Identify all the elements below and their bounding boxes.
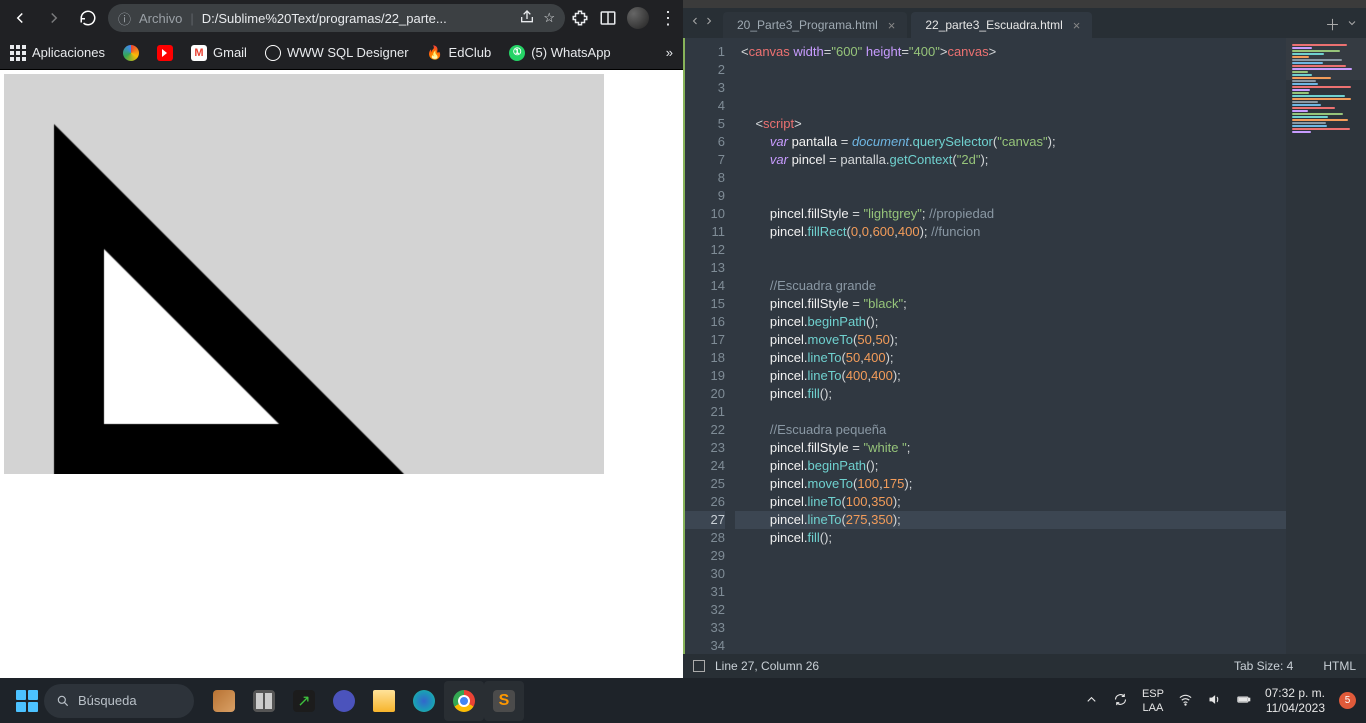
star-icon[interactable]: ☆	[543, 10, 555, 26]
cursor-position: Line 27, Column 26	[715, 659, 819, 673]
system-tray: ESP LAA 07:32 p. m. 11/04/2023 5	[1084, 686, 1356, 716]
tab-close-icon[interactable]: ×	[1073, 18, 1081, 33]
tab-file-0[interactable]: 20_Parte3_Programa.html ×	[723, 12, 907, 38]
tab-history-fwd-icon[interactable]	[703, 14, 715, 32]
address-scheme: Archivo	[139, 11, 182, 26]
bookmark-edclub[interactable]: 🔥EdClub	[427, 45, 492, 61]
reload-button[interactable]	[74, 4, 102, 32]
address-path: D:/Sublime%20Text/programas/22_parte...	[202, 11, 512, 26]
chrome-menu-icon[interactable]: ⋮	[659, 9, 677, 27]
edclub-icon: 🔥	[427, 45, 443, 61]
volume-icon[interactable]	[1207, 692, 1222, 710]
editor-tab-bar: 20_Parte3_Programa.html × 22_parte3_Escu…	[683, 8, 1366, 38]
windows-taskbar: Búsqueda ↗ S ESP LAA 07:32 p. m. 11/04/2…	[0, 678, 1366, 723]
tray-chevron-icon[interactable]	[1084, 692, 1099, 710]
youtube-icon	[157, 45, 173, 61]
search-icon	[56, 694, 70, 708]
bookmarks-overflow-icon[interactable]: »	[666, 45, 673, 60]
panel-icon[interactable]	[599, 9, 617, 27]
wifi-icon[interactable]	[1178, 692, 1193, 710]
modified-indicator	[683, 38, 685, 654]
photos-icon	[123, 45, 139, 61]
line-number-gutter[interactable]: 1234567891011121314151617181920212223242…	[683, 38, 735, 654]
tab-label: 20_Parte3_Programa.html	[737, 18, 878, 32]
code-area[interactable]: <canvas width="600" height="400">canvas>…	[735, 38, 1286, 654]
tab-file-1[interactable]: 22_parte3_Escuadra.html ×	[911, 12, 1092, 38]
canvas-output	[4, 74, 604, 474]
taskbar-app-chrome[interactable]	[444, 681, 484, 721]
chrome-right-icons: ⋮	[571, 7, 677, 29]
sublime-window: 20_Parte3_Programa.html × 22_parte3_Escu…	[683, 0, 1366, 678]
site-info-icon[interactable]: ⓘ	[118, 9, 131, 28]
tray-sync-icon[interactable]	[1113, 692, 1128, 710]
back-button[interactable]	[6, 4, 34, 32]
battery-icon[interactable]	[1236, 692, 1251, 710]
tab-size[interactable]: Tab Size: 4	[1234, 659, 1293, 673]
sql-icon	[265, 45, 281, 61]
taskbar-app-edge[interactable]	[404, 681, 444, 721]
minimap[interactable]	[1286, 38, 1366, 654]
taskbar-app-taskview[interactable]	[244, 681, 284, 721]
bookmark-whatsapp[interactable]: ①(5) WhatsApp	[509, 45, 610, 61]
apps-icon	[10, 45, 26, 61]
bookmark-photos[interactable]	[123, 45, 139, 61]
taskbar-app-explorer[interactable]	[364, 681, 404, 721]
bookmarks-bar: Aplicaciones MGmail WWW SQL Designer 🔥Ed…	[0, 36, 683, 70]
gmail-icon: M	[191, 45, 207, 61]
tab-dropdown-icon[interactable]	[1346, 16, 1358, 33]
tab-close-icon[interactable]: ×	[888, 18, 896, 33]
input-language[interactable]: ESP LAA	[1142, 687, 1164, 715]
forward-button[interactable]	[40, 4, 68, 32]
editor-menu-bar[interactable]	[683, 0, 1366, 8]
address-bar[interactable]: ⓘ Archivo | D:/Sublime%20Text/programas/…	[108, 4, 565, 32]
start-button[interactable]	[10, 684, 44, 718]
share-icon[interactable]	[519, 9, 535, 28]
extensions-icon[interactable]	[571, 9, 589, 27]
status-checkbox[interactable]	[693, 660, 705, 672]
taskbar-app-2[interactable]: ↗	[284, 681, 324, 721]
chrome-window: ⓘ Archivo | D:/Sublime%20Text/programas/…	[0, 0, 683, 678]
taskbar-app-sublime[interactable]: S	[484, 681, 524, 721]
syntax-mode[interactable]: HTML	[1323, 659, 1356, 673]
apps-shortcut[interactable]: Aplicaciones	[10, 45, 105, 61]
bookmark-youtube[interactable]	[157, 45, 173, 61]
profile-avatar[interactable]	[627, 7, 649, 29]
bookmark-sql[interactable]: WWW SQL Designer	[265, 45, 409, 61]
bookmark-gmail[interactable]: MGmail	[191, 45, 247, 61]
search-placeholder: Búsqueda	[78, 693, 137, 708]
tab-label: 22_parte3_Escuadra.html	[925, 18, 1062, 32]
clock[interactable]: 07:32 p. m. 11/04/2023	[1265, 686, 1325, 716]
chrome-toolbar: ⓘ Archivo | D:/Sublime%20Text/programas/…	[0, 0, 683, 36]
taskbar-app-teams[interactable]	[324, 681, 364, 721]
editor-body: 1234567891011121314151617181920212223242…	[683, 38, 1366, 654]
editor-status-bar: Line 27, Column 26 Tab Size: 4 HTML	[683, 654, 1366, 678]
page-viewport	[0, 70, 683, 678]
taskbar-app-1[interactable]	[204, 681, 244, 721]
taskbar-search[interactable]: Búsqueda	[44, 684, 194, 718]
new-tab-icon[interactable]: ＋	[1325, 14, 1340, 35]
whatsapp-icon: ①	[509, 45, 525, 61]
tab-history-back-icon[interactable]	[689, 14, 701, 32]
notification-badge[interactable]: 5	[1339, 692, 1356, 709]
